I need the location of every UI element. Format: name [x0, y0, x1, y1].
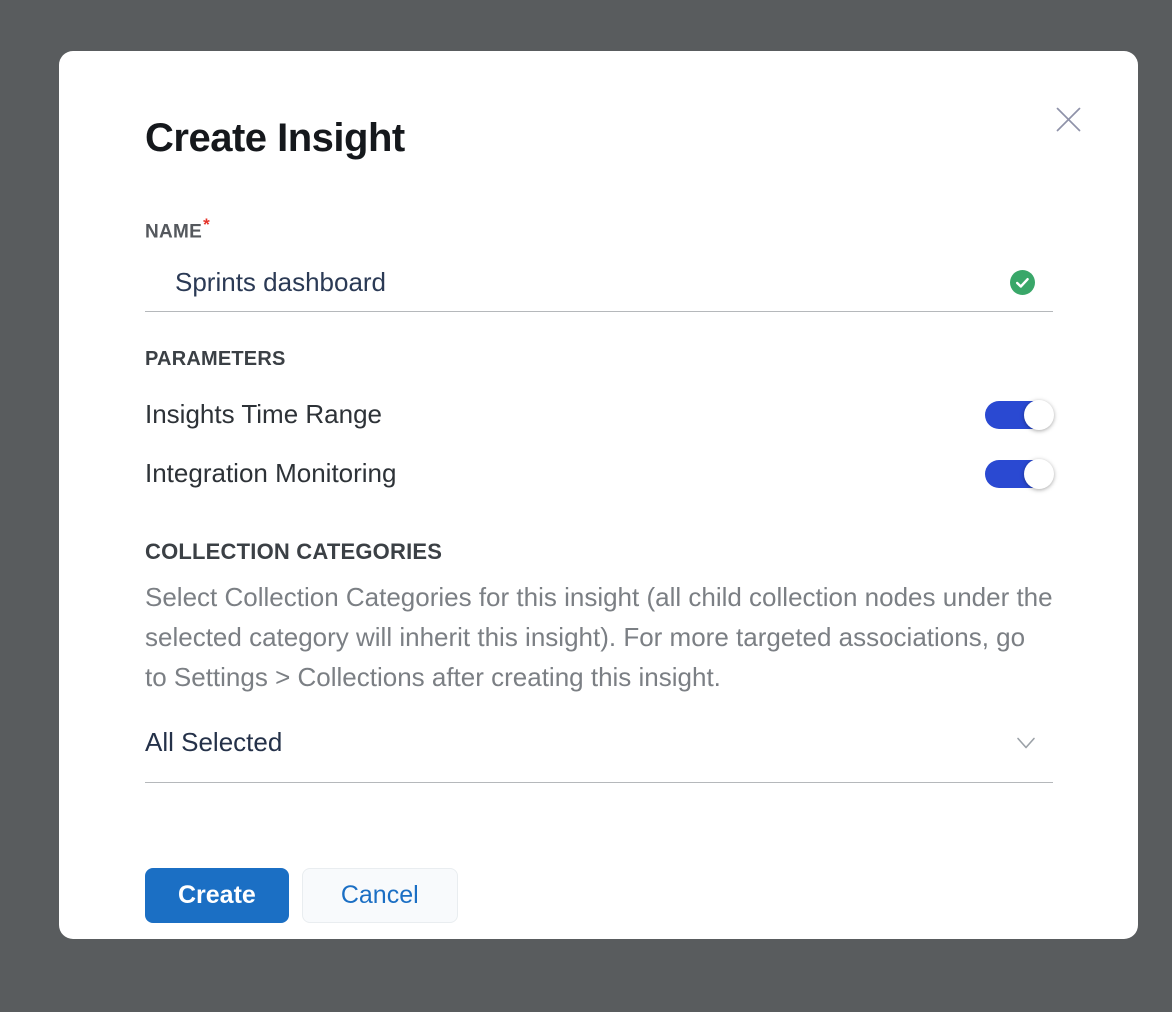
param-row-integration-monitoring: Integration Monitoring — [145, 458, 1053, 489]
param-label: Integration Monitoring — [145, 458, 396, 489]
name-input[interactable] — [175, 267, 1010, 298]
collection-categories-select[interactable]: All Selected — [145, 727, 1053, 783]
name-field-section: NAME* — [145, 215, 1053, 312]
modal-title: Create Insight — [145, 115, 1053, 162]
footer-actions: Create Cancel — [145, 868, 1053, 923]
create-button[interactable]: Create — [145, 868, 289, 923]
name-label-text: NAME — [145, 221, 202, 242]
name-label: NAME* — [145, 215, 1053, 243]
collection-categories-description: Select Collection Categories for this in… — [145, 577, 1053, 697]
select-value: All Selected — [145, 727, 282, 758]
required-asterisk: * — [203, 215, 210, 234]
param-label: Insights Time Range — [145, 399, 382, 430]
collection-categories-section: COLLECTION CATEGORIES Select Collection … — [145, 539, 1053, 783]
parameters-section: PARAMETERS Insights Time Range Integrati… — [145, 348, 1053, 489]
toggle-insights-time-range[interactable] — [985, 401, 1053, 429]
close-button[interactable] — [1051, 102, 1085, 136]
parameters-heading: PARAMETERS — [145, 348, 1053, 371]
name-input-row — [145, 243, 1053, 312]
toggle-knob — [1024, 459, 1054, 489]
valid-check-icon — [1010, 270, 1035, 295]
chevron-down-icon — [1013, 730, 1039, 756]
create-insight-modal: Create Insight NAME* PARAMETERS Insights… — [59, 51, 1138, 939]
close-icon — [1055, 106, 1082, 133]
cancel-button[interactable]: Cancel — [302, 868, 458, 923]
toggle-knob — [1024, 400, 1054, 430]
toggle-integration-monitoring[interactable] — [985, 460, 1053, 488]
param-row-insights-time-range: Insights Time Range — [145, 399, 1053, 430]
collection-categories-heading: COLLECTION CATEGORIES — [145, 539, 1053, 565]
modal-overlay: Create Insight NAME* PARAMETERS Insights… — [0, 0, 1172, 1012]
